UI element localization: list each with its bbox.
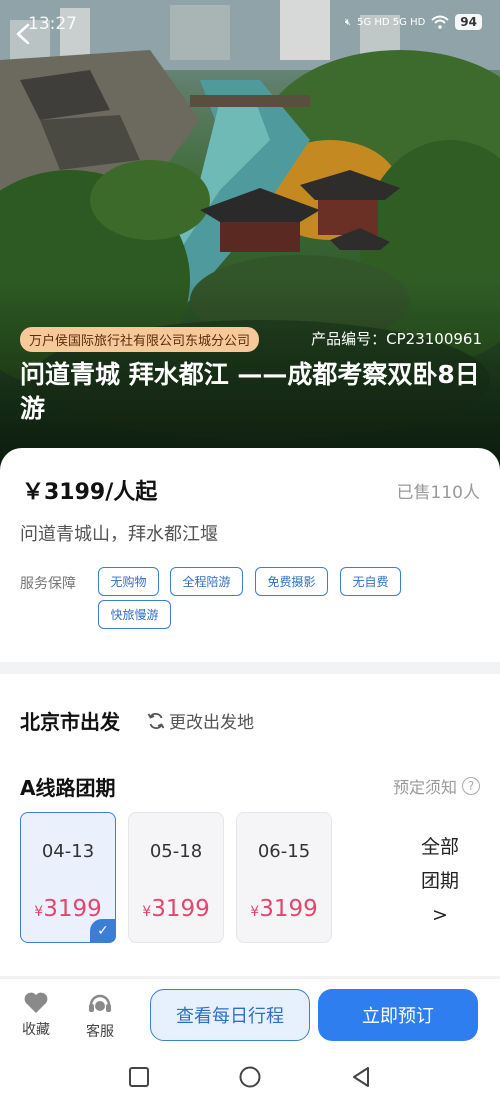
refresh-icon <box>147 712 165 729</box>
recents-icon[interactable] <box>126 1064 152 1090</box>
agency-badge: 万户侯国际旅行社有限公司东城分公司 <box>20 327 260 352</box>
favorite-label: 收藏 <box>22 1022 50 1038</box>
tag-full-escort: 全程陪游 <box>170 567 243 596</box>
date-option-1[interactable]: 05-18 ¥3199 <box>128 812 224 943</box>
nav-back-icon[interactable] <box>348 1064 374 1090</box>
product-title: 问道青城 拜水都江 ——成都考察双卧8日游 <box>20 360 480 423</box>
date-price: ¥3199 <box>250 896 318 922</box>
status-time: 13:27 <box>28 14 77 34</box>
date-label: 05-18 <box>149 841 203 862</box>
all-dates-label-2: 团期 <box>420 870 459 892</box>
favorite-button[interactable]: 收藏 <box>18 991 54 1039</box>
book-now-button[interactable]: 立即预订 <box>318 989 478 1041</box>
bottom-action-bar: 收藏 客服 查看每日行程 立即预订 <box>0 978 500 1048</box>
view-daily-itinerary-button[interactable]: 查看每日行程 <box>150 989 310 1041</box>
price-card: ￥3199/人起 已售110人 问道青城山，拜水都江堰 服务保障 无购物 全程陪… <box>0 448 500 662</box>
date-option-2[interactable]: 06-15 ¥3199 <box>236 812 332 943</box>
price: ￥3199/人起 <box>22 480 158 505</box>
home-icon[interactable] <box>237 1064 263 1090</box>
battery-level: 94 <box>455 14 482 30</box>
route-title: A线路团期 <box>20 776 116 800</box>
mute-icon: 🔇︎ <box>344 16 352 28</box>
question-icon: ? <box>462 777 480 795</box>
change-departure-button[interactable]: 更改出发地 <box>146 708 254 733</box>
all-dates-arrow: > <box>432 904 448 926</box>
date-label: 04-13 <box>41 841 95 862</box>
tag-slow-travel: 快旅慢游 <box>98 600 171 629</box>
system-navigation-bar <box>0 1048 500 1105</box>
customer-service-label: 客服 <box>86 1024 114 1040</box>
date-label: 06-15 <box>257 841 311 862</box>
check-icon: ✓ <box>90 919 116 943</box>
headset-icon <box>89 994 111 1012</box>
product-code: 产品编号：CP23100961 <box>311 330 482 348</box>
departure-city: 北京市出发 <box>20 710 120 734</box>
service-guarantee-label: 服务保障 <box>20 576 76 592</box>
product-subtitle: 问道青城山，拜水都江堰 <box>20 524 218 545</box>
all-dates-label-1: 全部 <box>420 836 459 858</box>
booking-notice-label: 预定须知 <box>392 778 457 797</box>
heart-icon <box>24 992 48 1013</box>
date-option-0[interactable]: 04-13 ¥3199 ✓ <box>20 812 116 943</box>
booking-notice-link[interactable]: 预定须知 ? <box>393 774 480 798</box>
tag-no-shopping: 无购物 <box>98 567 159 596</box>
network-indicator: 5G HD 5G HD <box>357 16 426 28</box>
change-departure-label: 更改出发地 <box>169 713 254 733</box>
sold-count: 已售110人 <box>396 483 480 503</box>
wifi-icon <box>431 15 449 29</box>
tag-no-self-paid: 无自费 <box>340 567 401 596</box>
departure-section: 北京市出发 更改出发地 A线路团期 预定须知 ? 04-13 ¥3199 ✓ 0… <box>0 674 500 976</box>
status-bar: 13:27 🔇︎ 5G HD 5G HD 94 <box>0 0 500 52</box>
date-price: ¥3199 <box>142 896 210 922</box>
all-dates-button[interactable]: 全部 团期 > <box>400 830 480 932</box>
tag-free-photo: 免费摄影 <box>255 567 328 596</box>
customer-service-button[interactable]: 客服 <box>82 991 118 1041</box>
